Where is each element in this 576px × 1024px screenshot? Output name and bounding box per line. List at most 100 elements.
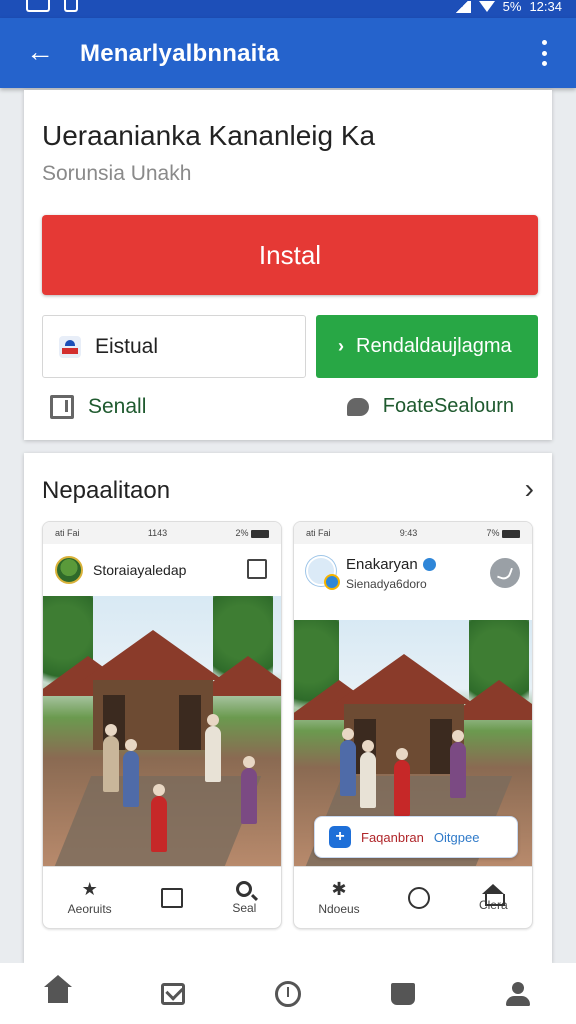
share-action-label: Senall: [88, 395, 147, 418]
screenshots-card: Nepaalitaon › ati Fai 1143 2% Storaiayal…: [24, 453, 552, 963]
shot-header: Enakaryan Sienadya6doro: [294, 544, 532, 620]
more-options-icon[interactable]: [540, 40, 548, 66]
install-button[interactable]: Instal: [42, 215, 538, 295]
mini-status-signal: ati Fai: [55, 528, 80, 538]
person-figure: [450, 730, 466, 798]
screenshot-1[interactable]: ati Fai 1143 2% Storaiayaledap ★ Aeoruit…: [42, 521, 282, 929]
phone-call-icon: [490, 558, 520, 588]
clock-icon: [274, 980, 301, 1007]
sparkle-icon: ✱: [331, 878, 347, 899]
mini-battery-text: 2%: [235, 528, 249, 538]
pill-label-secondary: Oitgpee: [433, 829, 480, 845]
plus-icon: +: [329, 826, 351, 848]
secondary-button-label: Eistual: [95, 334, 159, 358]
mini-status-bar: ati Fai 1143 2%: [43, 522, 281, 544]
signal-icon: [452, 0, 471, 13]
account-name-row: Enakaryan: [346, 556, 436, 573]
person-figure: [205, 714, 221, 782]
chat-bubble-icon: [346, 397, 369, 416]
nav-library[interactable]: [383, 974, 423, 1014]
review-action[interactable]: FoateSealourn: [346, 395, 514, 418]
status-notification-icons: [26, 0, 78, 12]
village-photo: + Faqanbran Oitgpee: [294, 620, 532, 866]
mini-tab-search: Seal: [232, 880, 257, 915]
battery-icon: [251, 529, 269, 538]
profile-avatar-icon: [55, 556, 83, 584]
review-action-label: FoateSealourn: [382, 395, 514, 417]
mini-tab-phone: [408, 886, 431, 909]
primary-action-button[interactable]: › Rendaldaujlagma: [316, 315, 538, 378]
nav-profile[interactable]: [498, 974, 538, 1014]
status-bar: 5% 12:34: [0, 0, 576, 18]
mini-tab-label: Ndoeus: [318, 901, 360, 916]
person-figure: [151, 784, 167, 852]
screenshot-2[interactable]: ati Fai 9:43 7% Enakaryan Sienadya6doro: [293, 521, 533, 929]
mini-status-time: 1143: [147, 528, 168, 538]
app-bar-title: Menarlyalbnnaita: [80, 40, 280, 67]
badge-icon: [59, 335, 81, 358]
home-icon: [43, 974, 72, 1005]
nav-mail[interactable]: [153, 974, 193, 1014]
app-details-card: Ueraanianka Kananleig Ka Sorunsia Unakh …: [24, 90, 552, 440]
verified-badge-icon: [422, 558, 436, 571]
document-icon: [50, 395, 74, 419]
search-icon: [236, 880, 253, 897]
home-icon: [482, 883, 506, 906]
mini-tab-star: ★ Aeoruits: [68, 880, 112, 916]
bookmark-icon: [247, 559, 267, 579]
secondary-button[interactable]: Eistual: [42, 315, 306, 378]
chevron-right-icon: ›: [338, 336, 344, 356]
profile-icon: [506, 981, 531, 1006]
person-figure: [241, 756, 257, 824]
shot-account-name: Enakaryan: [346, 556, 418, 573]
mini-status-battery: 2%: [235, 528, 269, 538]
primary-action-label: Rendaldaujlagma: [356, 335, 512, 357]
mini-tab-star: ✱ Ndoeus: [318, 880, 359, 916]
chevron-right-icon[interactable]: ›: [525, 473, 534, 505]
app-bar: ← Menarlyalbnnaita: [0, 18, 576, 88]
tv-icon: [161, 887, 183, 908]
share-action[interactable]: Senall: [50, 395, 146, 419]
whatsapp-icon: [408, 886, 431, 909]
person-figure: [340, 728, 356, 796]
notification-icon: [64, 0, 78, 12]
mini-tab-tv: [161, 887, 183, 908]
pill-label-primary: Faqanbran: [361, 829, 424, 845]
battery-icon: [501, 529, 520, 538]
shot-bottom-nav: ✱ Ndoeus Clera: [294, 866, 532, 928]
mini-battery-text: 7%: [486, 528, 500, 538]
account-name-block: Enakaryan Sienadya6doro: [346, 556, 436, 591]
mini-status-battery: 7%: [486, 528, 520, 538]
book-icon: [391, 982, 416, 1005]
bottom-navigation: [0, 963, 576, 1024]
person-figure: [123, 739, 139, 807]
status-system-icons: 5% 12:34: [452, 0, 562, 14]
mini-status-time: 9:43: [399, 528, 418, 538]
nav-updates[interactable]: [268, 974, 308, 1014]
account-avatar-icon: [306, 556, 340, 590]
wifi-icon: [478, 1, 495, 12]
app-title: Ueraanianka Kananleig Ka: [42, 120, 376, 151]
mini-tab-home: Clera: [479, 883, 508, 912]
back-arrow-icon[interactable]: ←: [26, 38, 56, 68]
person-figure: [103, 724, 119, 792]
person-figure: [360, 740, 376, 808]
notification-icon: [26, 0, 50, 12]
battery-percent: 5%: [502, 0, 522, 14]
mail-icon: [160, 982, 185, 1005]
village-photo: [43, 596, 281, 866]
mini-status-bar: ati Fai 9:43 7%: [294, 522, 532, 544]
section-title: Nepaalitaon: [42, 477, 171, 504]
overlay-action-pill[interactable]: + Faqanbran Oitgpee: [314, 816, 518, 858]
shot-bottom-nav: ★ Aeoruits Seal: [43, 866, 281, 928]
star-icon: ★: [81, 878, 98, 899]
status-time: 12:34: [529, 0, 562, 14]
app-developer: Sorunsia Unakh: [42, 162, 192, 185]
nav-home[interactable]: [38, 974, 78, 1014]
shot-header: Storaiayaledap: [43, 544, 281, 596]
mini-tab-label: Aeoruits: [67, 901, 112, 916]
account-handle: Sienadya6doro: [346, 577, 427, 591]
mini-tab-label: Seal: [232, 900, 257, 915]
mini-status-signal: ati Fai: [306, 528, 331, 538]
shot-account-name: Storaiayaledap: [93, 562, 187, 578]
